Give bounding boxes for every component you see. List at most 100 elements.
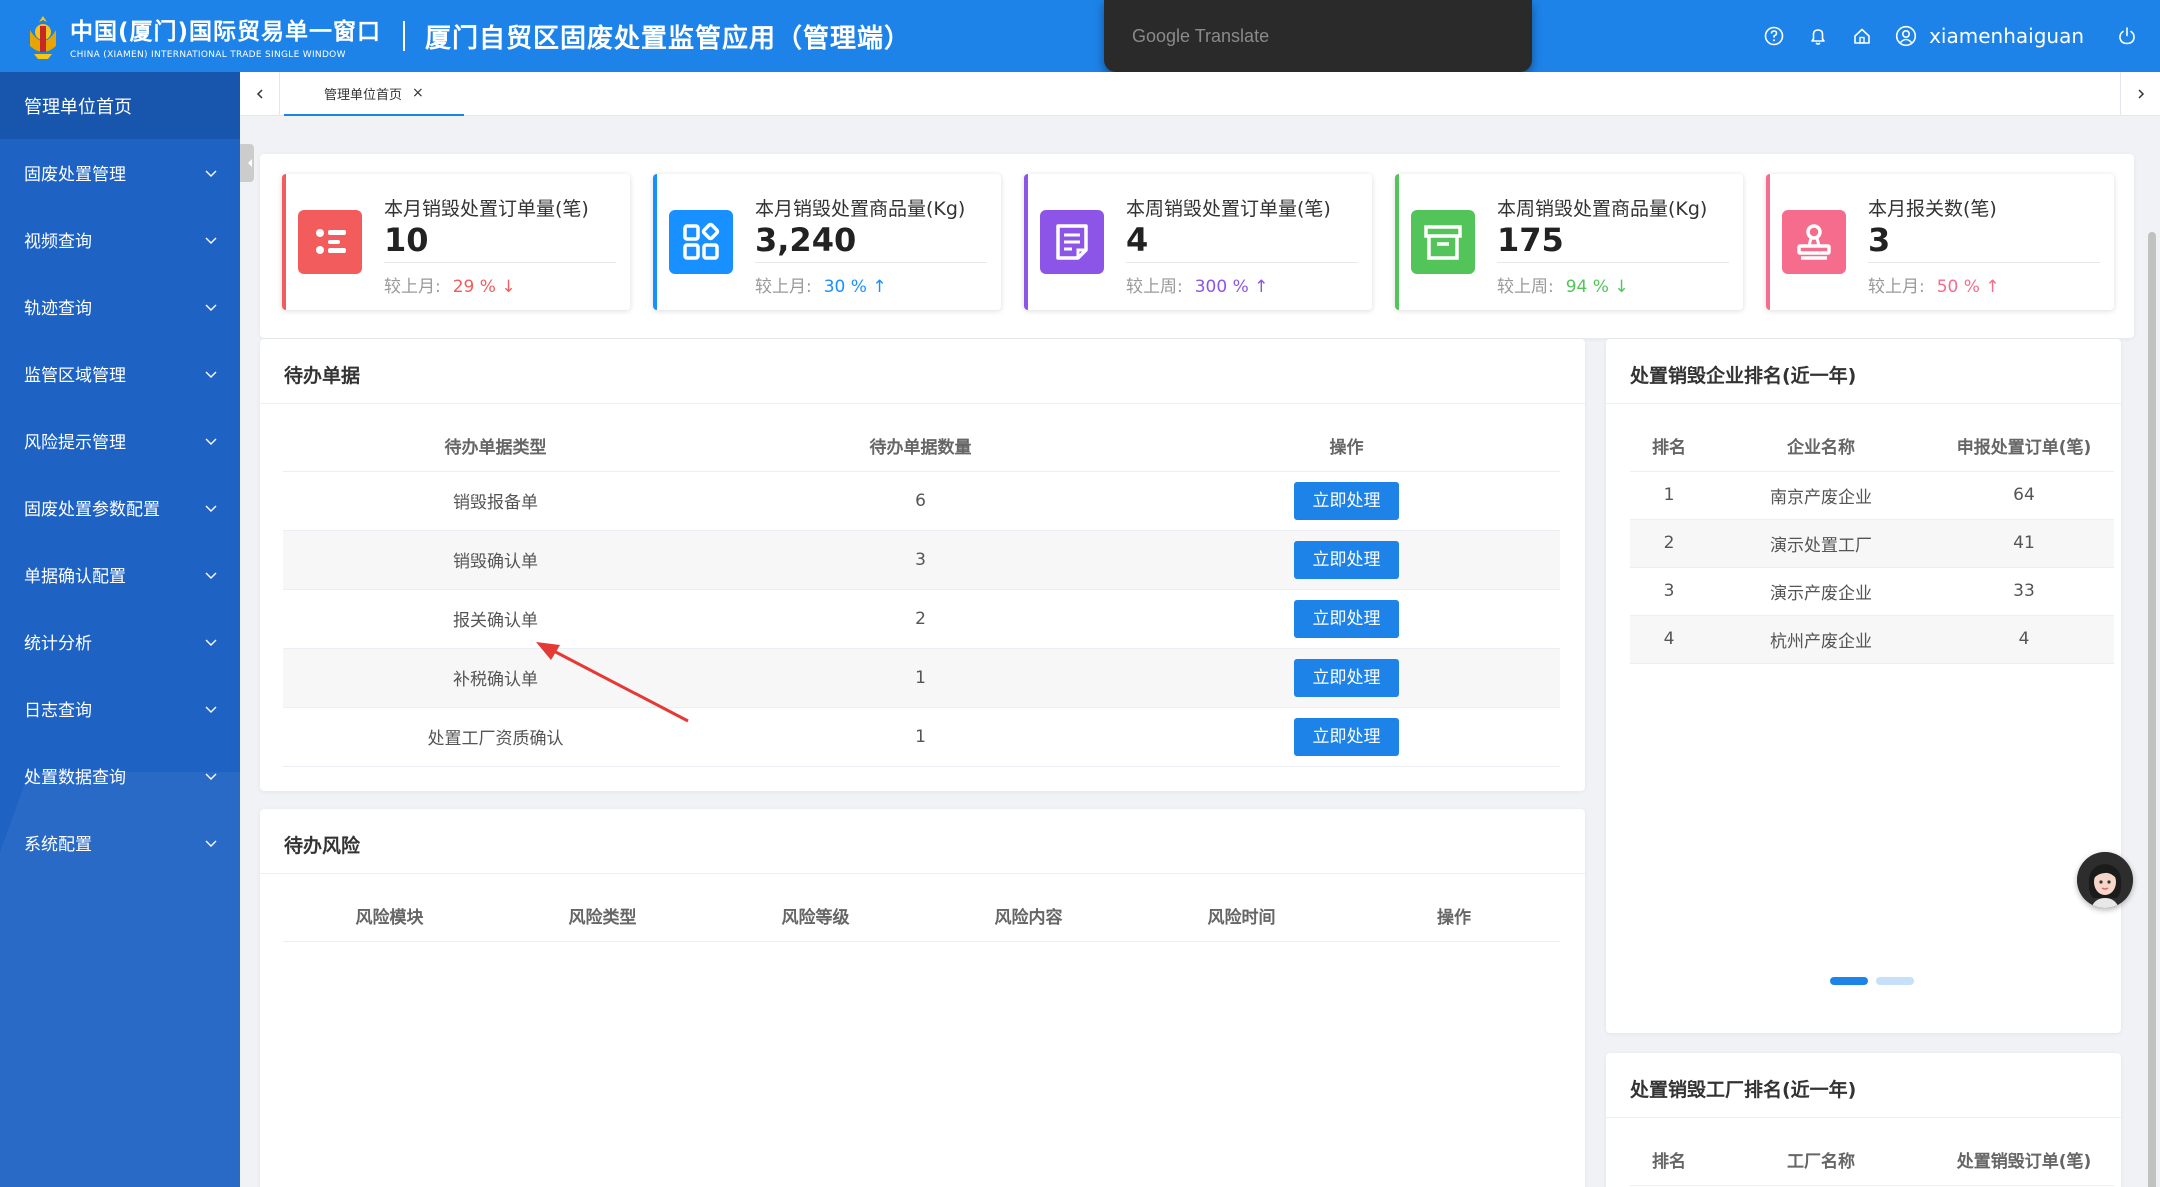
chevron-right-icon (2137, 89, 2144, 99)
order-count: 33 (1934, 567, 2114, 616)
sidebar-item-doc-confirm[interactable]: 单据确认配置 (0, 541, 240, 608)
process-now-button[interactable]: 立即处理 (1294, 599, 1399, 638)
header-separator (403, 21, 406, 51)
stat-value: 4 (1126, 221, 1149, 259)
sidebar-item-label: 单据确认配置 (24, 567, 126, 587)
process-now-button[interactable]: 立即处理 (1294, 717, 1399, 756)
assistant-avatar[interactable] (2077, 852, 2133, 908)
sidebar-item-label: 处置数据查询 (24, 768, 126, 788)
tab-scroll-left-button[interactable] (240, 72, 280, 116)
user-name[interactable]: xiamenhaiguan (1929, 24, 2084, 48)
sidebar-item-home[interactable]: 管理单位首页 (0, 72, 240, 139)
process-now-button[interactable]: 立即处理 (1294, 540, 1399, 579)
home-icon[interactable] (1851, 25, 1873, 47)
table-header-row: 排名 工厂名称 处置销毁订单(笔) (1630, 1134, 2114, 1186)
main-content: 本月销毁处置订单量(笔) 10 较上月: 29 % ↓ 本月销毁处置商品量(Kg)… (240, 117, 2160, 1187)
factory-ranking-panel: 处置销毁工厂排名(近一年) 排名 工厂名称 处置销毁订单(笔) (1606, 1053, 2121, 1187)
sidebar-item-video[interactable]: 视频查询 (0, 206, 240, 273)
tab-bar: 管理单位首页 × (240, 72, 2160, 116)
pending-risks-panel: 待办风险 风险模块 风险类型 风险等级 风险内容 风险时间 操作 (260, 809, 1585, 1187)
column-header: 待办单据类型 (283, 420, 708, 472)
table-row: 销毁报备单 6 立即处理 (283, 471, 1560, 531)
stamp-icon (1782, 210, 1846, 274)
page-scrollbar[interactable] (2148, 232, 2156, 1187)
logo-subtitle: CHINA (XIAMEN) INTERNATIONAL TRADE SINGL… (70, 50, 346, 60)
stat-card-month-weight: 本月销毁处置商品量(Kg) 3,240 较上月: 30 % ↑ (653, 174, 1001, 310)
user-icon[interactable] (1895, 25, 1917, 47)
enterprise-name: 演示处置工厂 (1708, 519, 1934, 568)
stat-card-month-orders: 本月销毁处置订单量(笔) 10 较上月: 29 % ↓ (282, 174, 630, 310)
stat-value: 175 (1497, 221, 1564, 259)
tab-scroll-right-button[interactable] (2120, 72, 2160, 116)
stats-panel: 本月销毁处置订单量(笔) 10 较上月: 29 % ↓ 本月销毁处置商品量(Kg)… (260, 154, 2134, 338)
power-icon[interactable] (2116, 25, 2138, 47)
chevron-down-icon (205, 371, 217, 378)
single-window-logo[interactable]: 中国(厦门)国际贸易单一窗口 CHINA (XIAMEN) INTERNATIO… (24, 12, 381, 60)
stat-card-week-orders: 本周销毁处置订单量(笔) 4 较上周: 300 % ↑ (1024, 174, 1372, 310)
table-row: 3 演示产废企业 33 (1630, 567, 2114, 616)
stat-label: 本周销毁处置商品量(Kg) (1497, 198, 1708, 220)
table-row: 4 杭州产废企业 4 (1630, 615, 2114, 664)
sidebar-item-risk[interactable]: 风险提示管理 (0, 407, 240, 474)
sidebar-item-label: 系统配置 (24, 835, 92, 855)
stat-compare-percent: 30 % ↑ (823, 277, 887, 297)
order-count: 41 (1934, 519, 2114, 568)
column-header: 处置销毁订单(笔) (1934, 1134, 2114, 1186)
sidebar-item-stats[interactable]: 统计分析 (0, 608, 240, 675)
doc-count: 6 (708, 471, 1133, 531)
chevron-left-icon (256, 89, 263, 99)
sidebar-item-label: 统计分析 (24, 634, 92, 654)
table-row: 报关确认单 2 立即处理 (283, 589, 1560, 649)
close-icon[interactable]: × (412, 85, 424, 101)
app-header: 中国(厦门)国际贸易单一窗口 CHINA (XIAMEN) INTERNATIO… (0, 0, 2160, 72)
sidebar-item-disposal-data[interactable]: 处置数据查询 (0, 742, 240, 809)
logo-title: 中国(厦门)国际贸易单一窗口 (70, 19, 382, 45)
doc-count: 2 (708, 589, 1133, 649)
factory-ranking-table: 排名 工厂名称 处置销毁订单(笔) (1630, 1134, 2114, 1186)
sidebar-item-label: 管理单位首页 (24, 96, 132, 118)
google-translate-overlay[interactable]: Google Translate (1104, 0, 1532, 72)
sidebar-item-track[interactable]: 轨迹查询 (0, 273, 240, 340)
tab-home[interactable]: 管理单位首页 × (284, 72, 464, 116)
chevron-down-icon (205, 505, 217, 512)
list-icon (298, 210, 362, 274)
column-header: 工厂名称 (1708, 1134, 1934, 1186)
stat-label: 本周销毁处置订单量(笔) (1126, 198, 1331, 220)
bell-icon[interactable] (1807, 25, 1829, 47)
process-now-button[interactable]: 立即处理 (1294, 481, 1399, 520)
pagination-dot[interactable] (1876, 977, 1914, 985)
doc-type: 处置工厂资质确认 (283, 707, 708, 767)
sidebar-item-region[interactable]: 监管区域管理 (0, 340, 240, 407)
sidebar-collapse-handle[interactable] (240, 144, 254, 182)
stat-value: 3,240 (755, 221, 857, 259)
enterprise-ranking-table: 排名 企业名称 申报处置订单(笔) 1 南京产废企业 64 2 演示处置工厂 4… (1630, 420, 2114, 664)
chevron-down-icon (205, 170, 217, 177)
apps-icon (669, 210, 733, 274)
stat-compare-label: 较上月: (1868, 277, 1925, 297)
pagination-dot-active[interactable] (1830, 977, 1868, 985)
stat-compare-percent: 50 % ↑ (1936, 277, 2000, 297)
stat-value: 10 (384, 221, 429, 259)
process-now-button[interactable]: 立即处理 (1294, 658, 1399, 697)
sidebar-item-system[interactable]: 系统配置 (0, 809, 240, 876)
stat-value: 3 (1868, 221, 1891, 259)
sidebar-item-waste-disposal[interactable]: 固废处置管理 (0, 139, 240, 206)
stat-label: 本月销毁处置订单量(笔) (384, 198, 589, 220)
help-icon[interactable] (1763, 25, 1785, 47)
enterprise-name: 杭州产废企业 (1708, 615, 1934, 664)
column-header: 排名 (1630, 1134, 1708, 1186)
sidebar-item-params[interactable]: 固废处置参数配置 (0, 474, 240, 541)
app-title: 厦门自贸区固废处置监管应用（管理端） (425, 23, 912, 54)
table-row: 销毁确认单 3 立即处理 (283, 530, 1560, 590)
sidebar-item-logs[interactable]: 日志查询 (0, 675, 240, 742)
panel-title: 处置销毁工厂排名(近一年) (1630, 1079, 1857, 1101)
sidebar-item-label: 日志查询 (24, 701, 92, 721)
table-header-row: 风险模块 风险类型 风险等级 风险内容 风险时间 操作 (283, 890, 1560, 942)
ranking-pagination (1830, 977, 1922, 985)
column-header: 待办单据数量 (708, 420, 1133, 472)
table-row: 2 演示处置工厂 41 (1630, 519, 2114, 568)
stat-compare-percent: 29 % ↓ (452, 277, 516, 297)
column-header: 排名 (1630, 420, 1708, 472)
sidebar-item-label: 视频查询 (24, 232, 92, 252)
sidebar-item-label: 轨迹查询 (24, 299, 92, 319)
